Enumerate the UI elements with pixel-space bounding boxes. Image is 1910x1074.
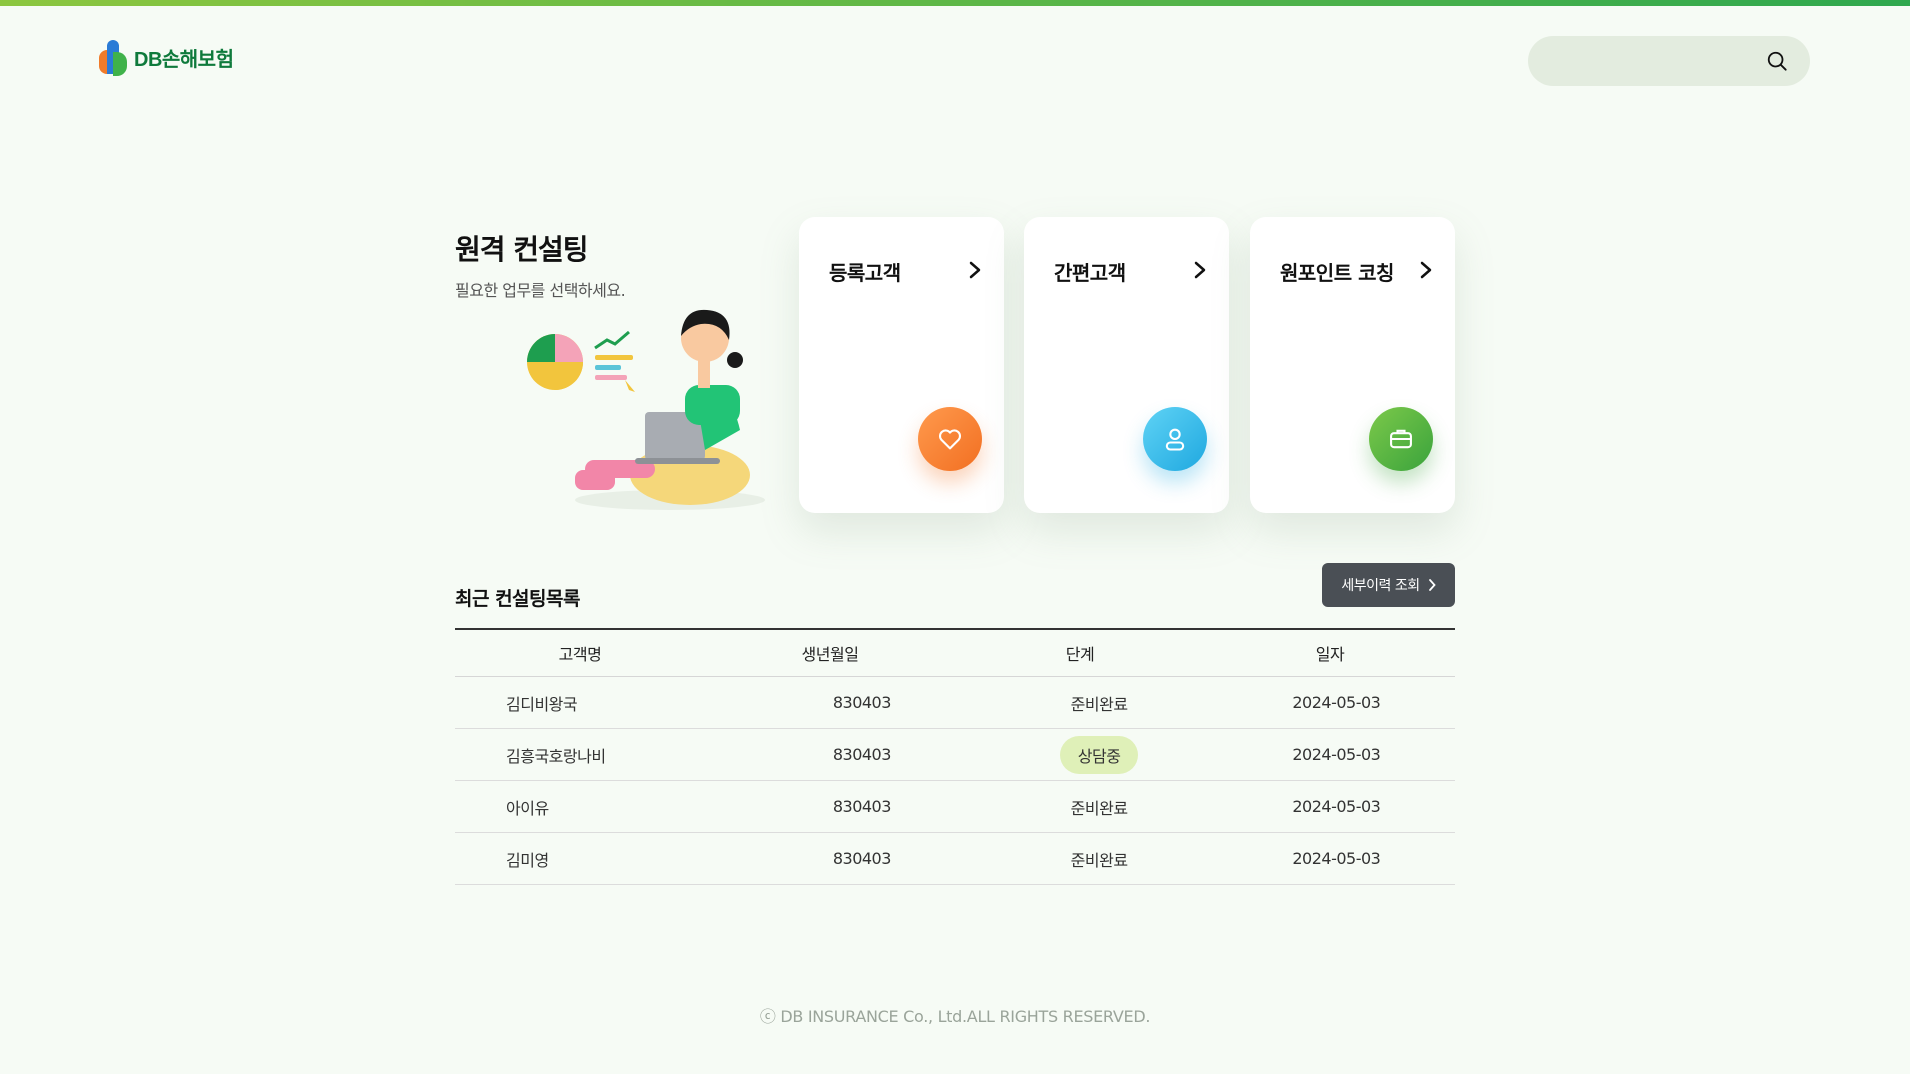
date: 2024-05-03 [1292,849,1381,868]
card-one-point-coaching[interactable]: 원포인트 코칭 [1250,217,1455,513]
chevron-right-icon [1420,261,1432,279]
date: 2024-05-03 [1292,745,1381,764]
column-header: 생년월일 [801,645,859,664]
status-badge: 상담중 [1059,735,1139,774]
column-header: 고객명 [558,645,602,664]
table-row[interactable]: 김미영 830403 준비완료 2024-05-03 [455,833,1455,885]
card-title: 원포인트 코칭 [1280,261,1394,285]
chevron-right-icon [969,261,981,279]
customer-name: 아이유 [506,798,549,818]
detail-history-button[interactable]: 세부이력 조회 [1322,563,1455,607]
table-row[interactable]: 아이유 830403 준비완료 2024-05-03 [455,781,1455,833]
recent-consulting-table: 고객명 생년월일 단계 일자 김디비왕국 830403 준비완료 2024-05… [455,628,1455,885]
user-icon [1143,407,1207,471]
birth-date: 830403 [832,849,892,868]
customer-name: 김미영 [506,850,549,870]
search-icon[interactable] [1766,50,1788,72]
consultant-illustration [527,309,765,510]
table-row[interactable]: 김디비왕국 830403 준비완료 2024-05-03 [455,677,1455,729]
table-row[interactable]: 김흥국호랑나비 830403 상담중 2024-05-03 [455,729,1455,781]
column-header: 단계 [1065,645,1095,664]
card-registered-customer[interactable]: 등록고객 [799,217,1004,513]
logo-text: DB손해보험 [134,48,234,71]
stage: 준비완료 [1070,798,1128,818]
footer-copyright: ⓒ DB INSURANCE Co., Ltd.ALL RIGHTS RESER… [759,1007,1151,1026]
recent-consulting-title: 최근 컨설팅목록 [455,588,580,610]
date: 2024-05-03 [1292,693,1381,712]
heart-icon [918,407,982,471]
card-title: 등록고객 [829,261,901,285]
logo-mark-icon [99,38,131,76]
brand-logo[interactable]: DB손해보험 [99,38,234,76]
customer-name: 김디비왕국 [506,694,578,714]
card-simple-customer[interactable]: 간편고객 [1024,217,1229,513]
card-title: 간편고객 [1054,261,1126,285]
stage: 준비완료 [1070,850,1128,870]
date: 2024-05-03 [1292,797,1381,816]
briefcase-icon [1369,407,1433,471]
chevron-right-icon [1428,579,1436,591]
stage: 준비완료 [1070,694,1128,714]
birth-date: 830403 [832,797,892,816]
birth-date: 830403 [832,745,892,764]
page-subtitle: 필요한 업무를 선택하세요. [455,281,626,300]
column-header: 일자 [1315,645,1345,664]
detail-history-label: 세부이력 조회 [1341,578,1420,594]
top-accent-bar [0,0,1910,6]
page-title: 원격 컨설팅 [455,233,589,266]
birth-date: 830403 [832,693,892,712]
chevron-right-icon [1194,261,1206,279]
search-input[interactable] [1528,36,1810,86]
table-header: 고객명 생년월일 단계 일자 [455,630,1455,677]
customer-name: 김흥국호랑나비 [506,746,606,766]
stage-cell: 상담중 [981,735,1218,774]
